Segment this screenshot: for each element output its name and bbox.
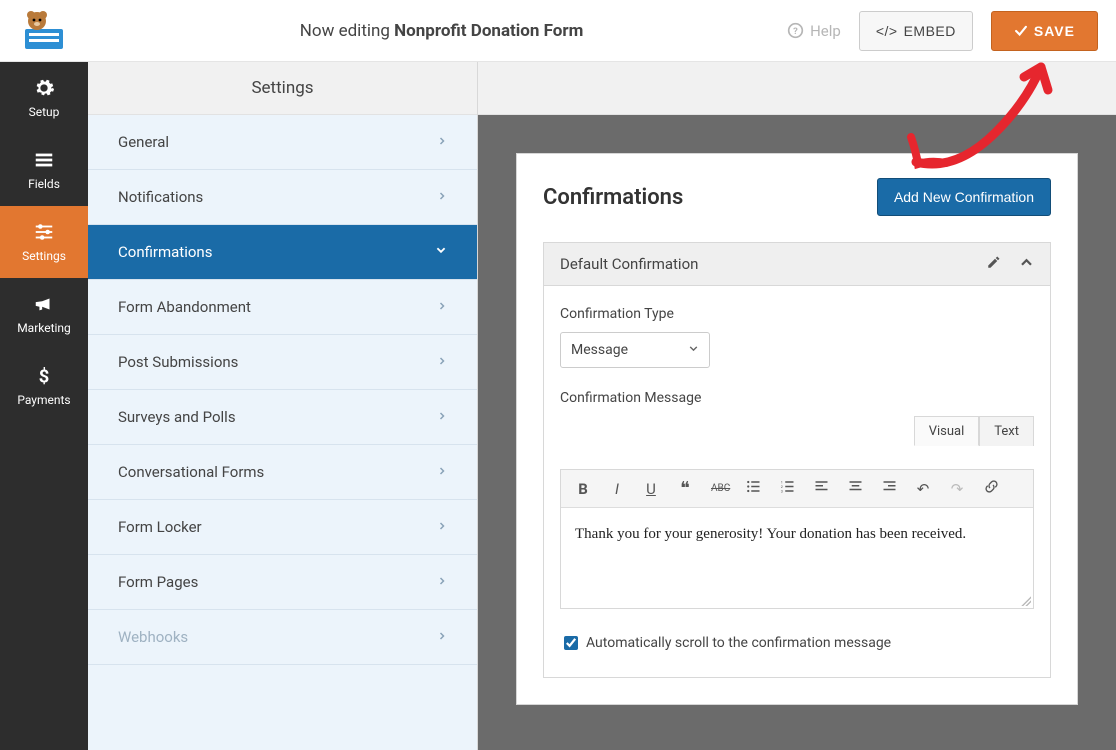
bold-icon[interactable]: B (575, 480, 591, 498)
nav-marketing[interactable]: Marketing (0, 278, 88, 350)
add-new-confirmation-button[interactable]: Add New Confirmation (877, 178, 1051, 216)
settings-item-label: Form Locker (118, 518, 202, 536)
confirmation-body: Confirmation Type Message Confirmation M… (543, 286, 1051, 678)
confirmation-type-label: Confirmation Type (560, 306, 1034, 322)
settings-item-form-locker[interactable]: Form Locker (88, 500, 477, 555)
embed-button[interactable]: </> EMBED (859, 11, 973, 51)
bullet-list-icon[interactable] (745, 479, 761, 498)
rich-editor: B I U ❝ ABC 123 (560, 469, 1034, 609)
chevron-down-icon (688, 342, 699, 358)
confirmation-item-title: Default Confirmation (560, 255, 698, 273)
editor-tab-visual[interactable]: Visual (914, 416, 980, 446)
help-link[interactable]: ? Help (787, 22, 841, 40)
settings-item-label: Post Submissions (118, 353, 238, 371)
align-right-icon[interactable] (881, 479, 897, 498)
number-list-icon[interactable]: 123 (779, 479, 795, 498)
nav-setup[interactable]: Setup (0, 62, 88, 134)
settings-item-form-abandonment[interactable]: Form Abandonment (88, 280, 477, 335)
undo-icon[interactable]: ↶ (915, 480, 931, 498)
settings-item-label: Notifications (118, 188, 203, 206)
svg-text:?: ? (793, 26, 798, 37)
nav-label: Setup (29, 105, 60, 119)
chevron-right-icon (437, 630, 447, 645)
app-logo (0, 0, 88, 62)
confirmation-type-select[interactable]: Message (560, 332, 710, 368)
settings-item-label: Confirmations (118, 243, 212, 261)
chevron-right-icon (437, 575, 447, 590)
auto-scroll-checkbox[interactable] (564, 636, 578, 650)
settings-item-surveys-and-polls[interactable]: Surveys and Polls (88, 390, 477, 445)
list-icon (33, 149, 55, 171)
align-left-icon[interactable] (813, 479, 829, 498)
sliders-icon (33, 221, 55, 243)
link-icon[interactable] (983, 479, 999, 498)
settings-item-label: Surveys and Polls (118, 408, 236, 426)
italic-icon[interactable]: I (609, 480, 625, 498)
nav-label: Marketing (17, 321, 71, 335)
settings-item-label: Form Pages (118, 573, 198, 591)
redo-icon[interactable]: ↷ (949, 480, 965, 498)
confirmations-card: Confirmations Add New Confirmation Defau… (516, 153, 1078, 705)
nav-settings[interactable]: Settings (0, 206, 88, 278)
content-panel-title (478, 62, 1116, 115)
settings-item-label: Conversational Forms (118, 463, 264, 481)
code-icon: </> (876, 23, 898, 39)
settings-item-confirmations[interactable]: Confirmations (88, 225, 477, 280)
chevron-right-icon (437, 410, 447, 425)
confirmations-heading: Confirmations (543, 185, 683, 210)
settings-sidebar: Settings General Notifications Confirmatio… (88, 62, 478, 750)
chevron-down-icon (435, 244, 447, 260)
content-area: Confirmations Add New Confirmation Defau… (478, 62, 1116, 750)
edit-icon[interactable] (986, 255, 1001, 274)
gear-icon (33, 77, 55, 99)
svg-text:1: 1 (780, 481, 782, 485)
save-button[interactable]: SAVE (991, 11, 1098, 51)
quote-icon[interactable]: ❝ (677, 478, 693, 499)
left-nav: Setup Fields Settings Marketing $ Paymen… (0, 62, 88, 750)
settings-item-conversational-forms[interactable]: Conversational Forms (88, 445, 477, 500)
settings-item-general[interactable]: General (88, 115, 477, 170)
settings-item-label: General (118, 133, 169, 151)
settings-panel-title: Settings (88, 62, 477, 115)
nav-payments[interactable]: $ Payments (0, 350, 88, 422)
svg-text:2: 2 (780, 485, 782, 489)
settings-item-label: Webhooks (118, 628, 188, 646)
megaphone-icon (33, 293, 55, 315)
align-center-icon[interactable] (847, 479, 863, 498)
check-icon (1014, 24, 1028, 38)
settings-item-post-submissions[interactable]: Post Submissions (88, 335, 477, 390)
chevron-right-icon (437, 355, 447, 370)
editing-title: Now editing Nonprofit Donation Form (300, 21, 584, 41)
editor-toolbar: B I U ❝ ABC 123 (561, 470, 1033, 508)
svg-text:3: 3 (780, 490, 782, 494)
settings-item-label: Form Abandonment (118, 298, 251, 316)
editor-tabs: Visual Text (560, 416, 1034, 446)
chevron-right-icon (437, 190, 447, 205)
nav-label: Fields (28, 177, 60, 191)
settings-item-form-pages[interactable]: Form Pages (88, 555, 477, 610)
svg-text:$: $ (39, 366, 50, 387)
confirmation-message-label: Confirmation Message (560, 390, 1034, 406)
chevron-right-icon (437, 135, 447, 150)
collapse-icon[interactable] (1019, 255, 1034, 274)
confirmation-message-input[interactable]: Thank you for your generosity! Your dona… (561, 508, 1033, 608)
confirmation-item-header[interactable]: Default Confirmation (543, 242, 1051, 286)
topbar: Now editing Nonprofit Donation Form ? He… (0, 0, 1116, 62)
auto-scroll-option[interactable]: Automatically scroll to the confirmation… (560, 625, 1034, 661)
strike-icon[interactable]: ABC (711, 483, 727, 494)
nav-label: Settings (22, 249, 66, 263)
settings-item-notifications[interactable]: Notifications (88, 170, 477, 225)
chevron-right-icon (437, 520, 447, 535)
settings-item-webhooks[interactable]: Webhooks (88, 610, 477, 665)
editor-tab-text[interactable]: Text (979, 416, 1034, 446)
nav-fields[interactable]: Fields (0, 134, 88, 206)
chevron-right-icon (437, 300, 447, 315)
help-icon: ? (787, 22, 804, 39)
underline-icon[interactable]: U (643, 480, 659, 498)
chevron-right-icon (437, 465, 447, 480)
nav-label: Payments (17, 393, 70, 407)
dollar-icon: $ (33, 365, 55, 387)
